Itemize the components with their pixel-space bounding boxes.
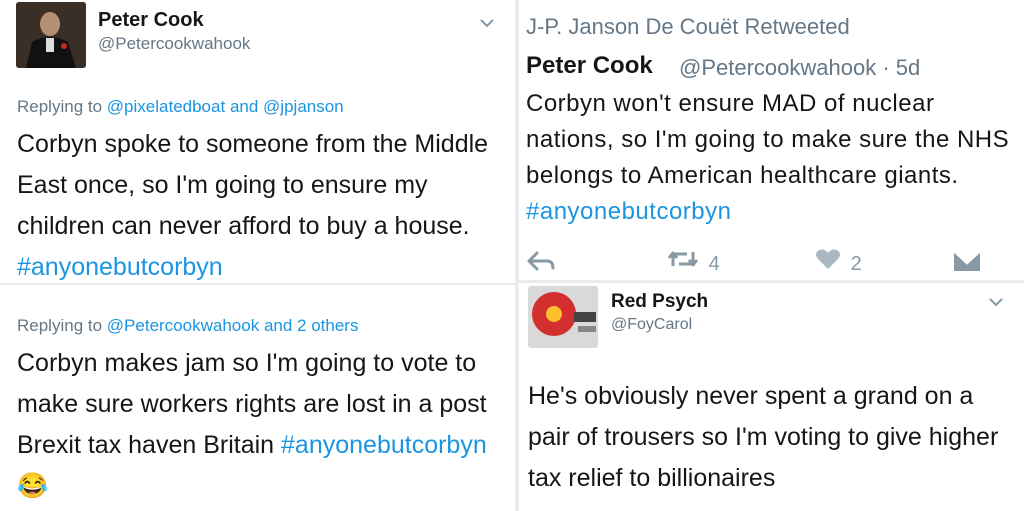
tweet-text: He's obviously never spent a grand on a … xyxy=(528,382,999,492)
user-handle[interactable]: @FoyCarol xyxy=(611,316,692,334)
like-button[interactable]: 2 xyxy=(815,248,862,276)
tweet-text: Corbyn won't ensure MAD of nuclear natio… xyxy=(526,86,1016,230)
direct-message-icon[interactable] xyxy=(953,250,981,278)
hashtag-link[interactable]: #anyonebutcorbyn xyxy=(526,198,731,225)
tweet-text: Corbyn spoke to someone from the Middle … xyxy=(17,124,507,283)
tweet-actions: 4 2 xyxy=(519,244,1024,278)
display-name[interactable]: Red Psych xyxy=(611,291,708,313)
avatar-image xyxy=(528,286,598,348)
mention-link[interactable]: @Petercookwahook xyxy=(107,316,259,335)
tweet-body: Corbyn won't ensure MAD of nuclear natio… xyxy=(526,90,1010,189)
mention-link[interactable]: @jpjanson xyxy=(263,97,344,116)
tweet-panel-right-bottom: Red Psych @FoyCarol He's obviously never… xyxy=(519,283,1024,511)
tweet-body: Corbyn spoke to someone from the Middle … xyxy=(17,130,489,240)
replying-to: Replying to @Petercookwahook and 2 other… xyxy=(17,316,358,336)
tweet-panel-left-bottom: Replying to @Petercookwahook and 2 other… xyxy=(0,285,515,511)
tweet-text: Corbyn makes jam so I'm going to vote to… xyxy=(17,343,507,507)
retweet-count: 4 xyxy=(708,253,720,275)
avatar[interactable] xyxy=(16,2,86,68)
hashtag-link[interactable]: #anyonebutcorbyn xyxy=(281,431,487,459)
tweet-panel-left-top: Peter Cook @Petercookwahook Replying to … xyxy=(0,0,515,283)
chevron-down-icon[interactable] xyxy=(989,291,1003,312)
mention-conjunction: and xyxy=(229,97,259,116)
hashtag-link[interactable]: #anyonebutcorbyn xyxy=(17,253,223,281)
chevron-down-icon[interactable] xyxy=(480,12,494,33)
replying-prefix: Replying to xyxy=(17,316,103,335)
display-name[interactable]: Peter Cook xyxy=(98,9,204,32)
retweet-button[interactable]: 4 xyxy=(667,248,720,276)
tweet-panel-right-top: J-P. Janson De Couët Retweeted Peter Coo… xyxy=(519,0,1024,280)
user-handle-timestamp[interactable]: @Petercookwahook · 5d xyxy=(679,55,920,81)
user-handle[interactable]: @Petercookwahook xyxy=(98,34,250,54)
avatar[interactable] xyxy=(528,286,598,348)
like-count: 2 xyxy=(850,253,862,275)
reply-icon[interactable] xyxy=(527,250,555,278)
heart-icon xyxy=(815,249,847,275)
retweet-icon xyxy=(667,251,705,275)
replying-prefix: Replying to xyxy=(17,97,103,116)
replying-to: Replying to @pixelatedboat and @jpjanson xyxy=(17,97,344,117)
laughing-emoji-icon: 😂 xyxy=(17,472,49,500)
display-name[interactable]: Peter Cook xyxy=(526,52,653,80)
avatar-image xyxy=(16,2,86,68)
others-link[interactable]: and 2 others xyxy=(264,316,359,335)
retweeted-by-label[interactable]: J-P. Janson De Couët Retweeted xyxy=(526,14,850,40)
mention-link[interactable]: @pixelatedboat xyxy=(107,97,225,116)
